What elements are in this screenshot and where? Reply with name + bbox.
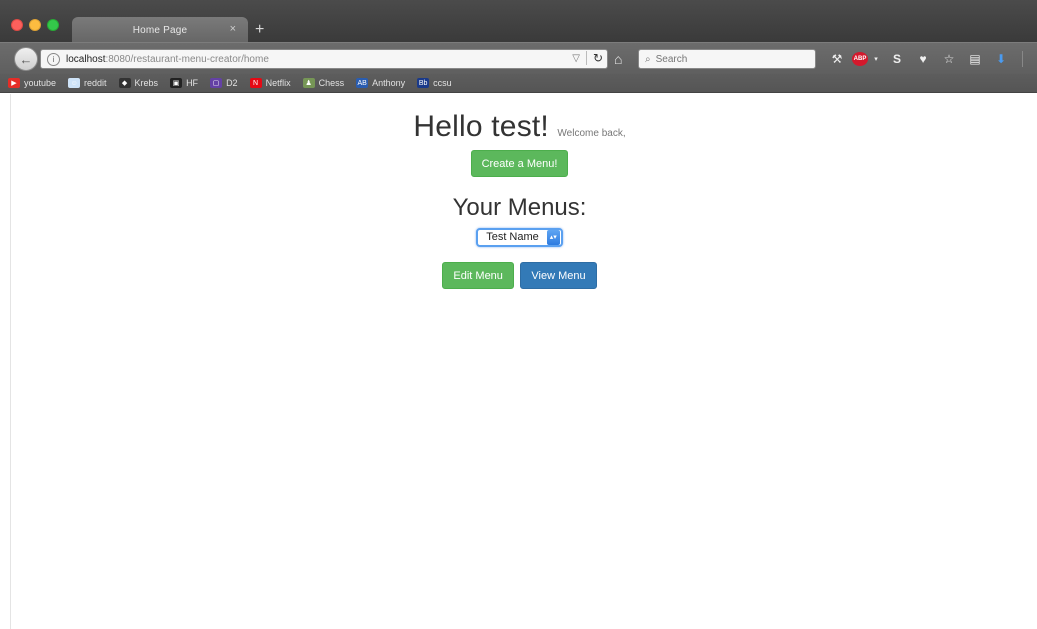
toolbar-icons: ⚒ ABP ▾ S ♥ ☆ ▤ ⬇ ≡ [826, 49, 1037, 69]
bookmark-youtube[interactable]: ▶ youtube [8, 78, 56, 88]
url-path: :8080/restaurant-menu-creator/home [105, 53, 269, 65]
bookmark-label: D2 [226, 78, 238, 88]
bookmark-star-icon[interactable]: ☆ [938, 49, 960, 69]
twitch-icon: ▢ [210, 78, 223, 88]
netflix-icon: N [249, 78, 262, 88]
bookmark-d2[interactable]: ▢ D2 [210, 78, 238, 88]
welcome-text: Welcome back, [557, 128, 626, 139]
create-row: Create a Menu! [1, 150, 1037, 177]
greeting: Hello test! Welcome back, [1, 110, 1037, 144]
zoom-window-button[interactable] [47, 19, 59, 31]
pocket-icon[interactable]: ♥ [912, 49, 934, 69]
reddit-icon: ☺ [68, 78, 81, 88]
bookmark-label: ccsu [433, 78, 452, 88]
bookmark-reddit[interactable]: ☺ reddit [68, 78, 107, 88]
bookmark-label: Anthony [372, 78, 406, 88]
url-bar-actions: ▽ ↻ [572, 51, 603, 65]
action-row: Edit Menu View Menu [1, 262, 1037, 289]
tab-home-page[interactable]: Home Page × [72, 17, 248, 43]
view-menu-button[interactable]: View Menu [520, 262, 597, 289]
bookmarks-menu-icon[interactable]: ▤ [964, 49, 986, 69]
adblock-plus-icon[interactable]: ABP [852, 52, 868, 66]
menus-title: Your Menus: [452, 194, 587, 221]
bookmark-ccsu[interactable]: Bb ccsu [417, 78, 452, 88]
chess-icon: ♟ [302, 78, 315, 88]
close-window-button[interactable] [11, 19, 23, 31]
bookmark-label: youtube [24, 78, 57, 88]
download-icon[interactable]: ⬇ [990, 49, 1012, 69]
anthony-icon: AB [356, 78, 369, 88]
bookmark-anthony[interactable]: AB Anthony [356, 78, 405, 88]
skype-icon[interactable]: S [886, 49, 908, 69]
bookmark-label: HF [186, 78, 199, 88]
krebs-icon: ◆ [118, 78, 131, 88]
page-content: Hello test! Welcome back, Create a Menu!… [10, 94, 1037, 629]
bookmark-label: Krebs [134, 78, 159, 88]
page-title: Hello test! [413, 110, 549, 143]
ccsu-icon: Bb [417, 78, 430, 88]
select-row: Test Name ▴▾ [1, 227, 1037, 247]
bookmark-chess[interactable]: ♟ Chess [302, 78, 345, 88]
hamburger-menu-icon[interactable]: ≡ [1029, 49, 1037, 69]
menu-select-value: Test Name [486, 231, 539, 243]
adblock-dropdown-icon[interactable]: ▾ [872, 49, 880, 69]
search-input[interactable] [655, 53, 806, 65]
edit-menu-button[interactable]: Edit Menu [442, 262, 514, 289]
bookmarks-bar: ▶ youtube ☺ reddit ◆ Krebs ▣ HF ▢ D2 N Netflix ♟ Ches… [0, 74, 1037, 93]
bookmark-label: Netflix [265, 78, 291, 88]
search-bar: ⌕ [638, 49, 816, 69]
tab-strip: Home Page × + [0, 0, 1037, 43]
window-controls [11, 19, 59, 31]
create-menu-button[interactable]: Create a Menu! [470, 150, 569, 177]
youtube-icon: ▶ [8, 78, 20, 88]
bookmark-label: reddit [84, 78, 107, 88]
toolbar-divider [1022, 51, 1023, 67]
reload-icon[interactable]: ↻ [593, 51, 603, 65]
browser-window: Home Page × + ← i localhost:8080/restaur… [0, 0, 1037, 629]
menu-select[interactable]: Test Name ▴▾ [476, 227, 563, 247]
bookmark-hf[interactable]: ▣ HF [170, 78, 198, 88]
back-arrow-icon: ← [19, 51, 33, 67]
home-icon[interactable]: ⌂ [614, 51, 622, 67]
url-text: localhost:8080/restaurant-menu-creator/h… [66, 54, 269, 65]
bookmark-label: Chess [318, 78, 345, 88]
new-tab-button[interactable]: + [255, 20, 264, 40]
bookmark-krebs[interactable]: ◆ Krebs [118, 78, 159, 88]
hf-icon: ▣ [170, 78, 183, 88]
url-bar[interactable]: i localhost:8080/restaurant-menu-creator… [40, 49, 608, 69]
minimize-window-button[interactable] [29, 19, 41, 31]
wrench-icon[interactable]: ⚒ [826, 49, 848, 69]
url-host: localhost [66, 53, 106, 65]
bookmark-netflix[interactable]: N Netflix [249, 78, 291, 88]
tab-close-icon[interactable]: × [230, 23, 236, 35]
select-arrows-icon: ▴▾ [546, 229, 560, 245]
url-separator [585, 51, 587, 65]
tab-title: Home Page [132, 24, 188, 36]
url-dropdown-icon[interactable]: ▽ [572, 53, 580, 64]
search-icon: ⌕ [645, 53, 651, 65]
navigation-bar: ← i localhost:8080/restaurant-menu-creat… [0, 42, 1037, 74]
site-info-icon[interactable]: i [47, 52, 60, 66]
back-button[interactable]: ← [14, 47, 38, 71]
